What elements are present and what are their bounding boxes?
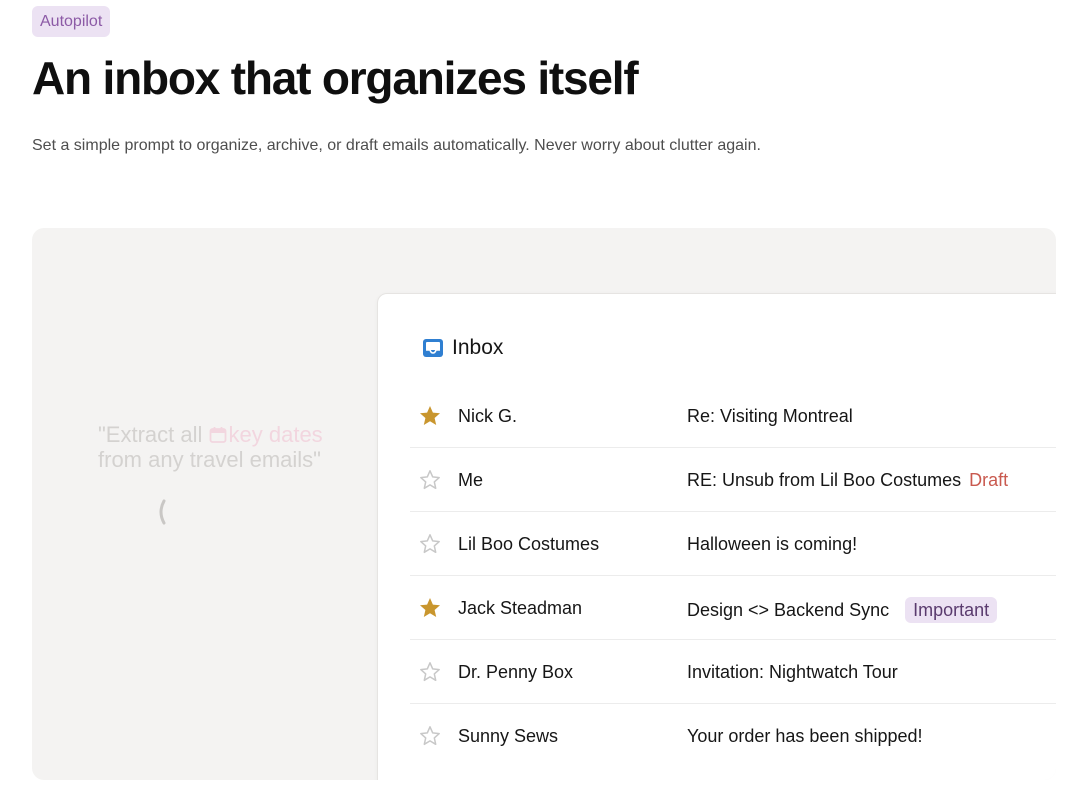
email-sender: Nick G. [458,406,518,426]
email-row[interactable]: Dr. Penny Box Invitation: Nightwatch Tou… [410,640,1056,704]
autopilot-demo-panel: "Extract all key dates from any travel e… [32,228,1056,780]
star-filled-icon[interactable] [418,596,442,620]
autopilot-badge: Autopilot [32,6,111,37]
prompt-example: "Extract all key dates from any travel e… [98,422,323,472]
page: Autopilot An inbox that organizes itself… [0,0,1075,790]
loading-spinner-icon [159,499,166,525]
star-outline-icon[interactable] [418,660,442,684]
page-description: Set a simple prompt to organize, archive… [32,137,761,154]
email-sender: Sunny Sews [458,726,559,746]
email-row[interactable]: Lil Boo Costumes Halloween is coming! [410,512,1056,576]
email-subject-text: Re: Visiting Montreal [687,406,853,426]
email-subject: Design <> Backend Sync Important [687,597,998,623]
email-row[interactable]: Sunny Sews Your order has been shipped! [410,704,1056,767]
star-outline-icon[interactable] [418,532,442,556]
inbox-tray-icon [423,339,443,357]
email-subject-text: RE: Unsub from Lil Boo Costumes [687,470,962,490]
key-dates-label: key dates [228,422,323,447]
email-subject: RE: Unsub from Lil Boo Costumes Draft [687,469,1008,491]
email-row[interactable]: Nick G. Re: Visiting Montreal [410,384,1056,448]
inbox-card: Inbox Nick G. Re: Visiting Montreal Me R… [377,293,1056,780]
star-outline-icon[interactable] [418,724,442,748]
prompt-line-1: "Extract all key dates [98,422,323,447]
draft-tag: Draft [969,470,1009,490]
email-sender: Dr. Penny Box [458,662,574,682]
email-subject: Invitation: Nightwatch Tour [687,661,898,683]
star-filled-icon[interactable] [418,404,442,428]
prompt-key-phrase: key dates [209,422,323,447]
email-sender: Lil Boo Costumes [458,534,600,554]
page-title: An inbox that organizes itself [32,52,639,104]
email-row[interactable]: Me RE: Unsub from Lil Boo Costumes Draft [410,448,1056,512]
email-subject-text: Halloween is coming! [687,534,858,554]
email-subject: Halloween is coming! [687,533,857,555]
email-sender: Jack Steadman [458,598,583,618]
star-outline-icon[interactable] [418,468,442,492]
email-subject-text: Design <> Backend Sync [687,600,890,620]
email-subject-text: Invitation: Nightwatch Tour [687,662,898,682]
inbox-title: Inbox [452,336,504,359]
prompt-line-2: from any travel emails" [98,447,321,472]
email-subject: Your order has been shipped! [687,725,923,747]
email-sender: Me [458,470,484,490]
inbox-header: Inbox [422,334,503,362]
important-tag: Important [905,597,998,623]
calendar-icon [209,427,226,443]
prompt-prefix: "Extract all [98,422,209,447]
email-subject: Re: Visiting Montreal [687,405,853,427]
email-subject-text: Your order has been shipped! [687,726,923,746]
email-list: Nick G. Re: Visiting Montreal Me RE: Uns… [410,384,1056,767]
email-row[interactable]: Jack Steadman Design <> Backend Sync Impo… [410,576,1056,640]
